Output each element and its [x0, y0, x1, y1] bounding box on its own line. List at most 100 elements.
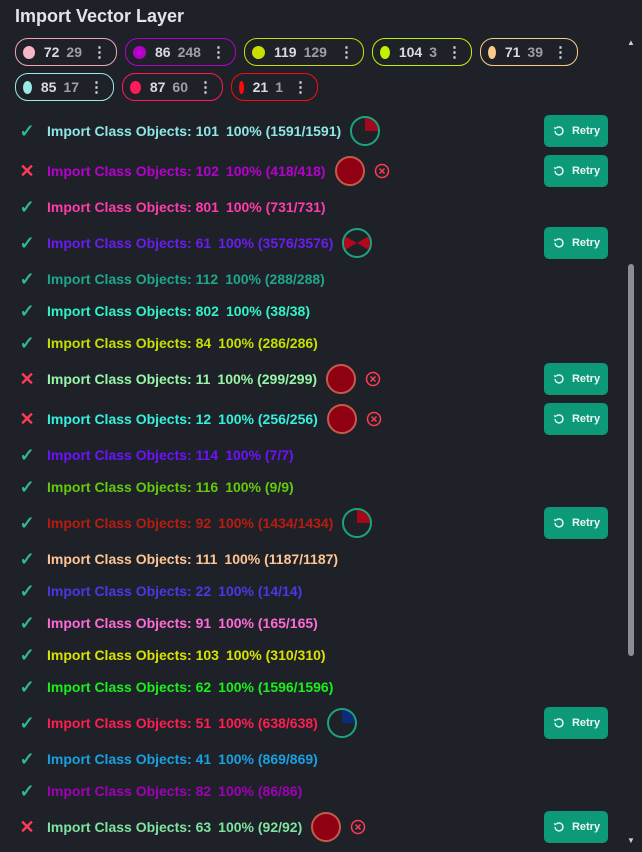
chip-count-primary: 72	[43, 44, 60, 60]
import-progress: 100% (1596/1596)	[218, 679, 334, 695]
retry-button[interactable]: Retry	[544, 403, 608, 435]
layer-chip[interactable]: 104 3 ⋮	[372, 38, 472, 66]
import-progress: 100% (299/299)	[217, 371, 318, 387]
retry-icon	[552, 516, 566, 530]
check-icon: ✓	[19, 780, 35, 801]
import-progress: 100% (731/731)	[225, 199, 326, 215]
color-dot-icon	[239, 80, 244, 94]
import-progress: 100% (1187/1187)	[224, 551, 339, 567]
import-row: ✓ Import Class Objects: 111 100% (1187/118…	[0, 543, 622, 575]
scroll-down-arrow-icon[interactable]: ▼	[626, 836, 636, 846]
check-icon: ✓	[19, 712, 35, 733]
scrollbar[interactable]: ▲ ▼	[625, 38, 637, 846]
import-name: Import Class Objects: 101	[47, 123, 219, 139]
more-options-icon[interactable]: ⋮	[198, 78, 213, 96]
more-options-icon[interactable]: ⋮	[339, 43, 354, 61]
cancel-icon[interactable]	[374, 163, 390, 179]
retry-button[interactable]: Retry	[544, 155, 608, 187]
retry-icon	[552, 164, 566, 178]
retry-button[interactable]: Retry	[544, 507, 608, 539]
check-icon: ✓	[19, 300, 35, 321]
import-name: Import Class Objects: 92	[47, 515, 212, 531]
import-name: Import Class Objects: 12	[47, 411, 212, 427]
import-name: Import Class Objects: 84	[47, 335, 212, 351]
layer-chip[interactable]: 71 39 ⋮	[480, 38, 578, 66]
retry-button[interactable]: Retry	[544, 811, 608, 843]
import-progress: 100% (14/14)	[218, 583, 303, 599]
retry-button[interactable]: Retry	[544, 707, 608, 739]
more-options-icon[interactable]: ⋮	[92, 43, 107, 61]
retry-icon	[552, 124, 566, 138]
layer-chip[interactable]: 87 60 ⋮	[122, 73, 223, 101]
check-icon: ✓	[19, 612, 35, 633]
retry-label: Retry	[571, 413, 601, 425]
check-icon: ✓	[19, 232, 35, 253]
chip-count-secondary: 1	[275, 79, 283, 95]
check-icon: ✓	[19, 196, 35, 217]
import-name: Import Class Objects: 22	[47, 583, 212, 599]
cancel-icon[interactable]	[350, 819, 366, 835]
more-options-icon[interactable]: ⋮	[89, 78, 104, 96]
retry-label: Retry	[571, 125, 601, 137]
import-row: ✓ Import Class Objects: 801 100% (731/731)	[0, 191, 622, 223]
retry-icon	[552, 412, 566, 426]
chip-count-primary: 85	[40, 79, 57, 95]
layer-chip[interactable]: 21 1 ⋮	[231, 73, 318, 101]
chip-count-primary: 21	[252, 79, 269, 95]
retry-icon	[552, 236, 566, 250]
retry-icon	[552, 372, 566, 386]
layer-chip[interactable]: 85 17 ⋮	[15, 73, 114, 101]
failure-x-icon: ✕	[19, 816, 35, 837]
cancel-icon[interactable]	[366, 411, 382, 427]
import-progress: 100% (86/86)	[218, 783, 303, 799]
check-icon: ✓	[19, 748, 35, 769]
import-progress: 100% (418/418)	[225, 163, 326, 179]
import-name: Import Class Objects: 802	[47, 303, 219, 319]
import-progress: 100% (869/869)	[218, 751, 318, 767]
import-name: Import Class Objects: 111	[47, 551, 218, 567]
layer-chip[interactable]: 86 248 ⋮	[125, 38, 236, 66]
cancel-icon[interactable]	[365, 371, 381, 387]
scroll-thumb[interactable]	[628, 264, 634, 656]
more-options-icon[interactable]: ⋮	[553, 43, 568, 61]
chip-count-secondary: 3	[429, 44, 437, 60]
check-icon: ✓	[19, 476, 35, 497]
more-options-icon[interactable]: ⋮	[211, 43, 226, 61]
import-row: ✕ Import Class Objects: 11 100% (299/299) R…	[0, 359, 622, 399]
progress-pie-icon	[341, 507, 373, 539]
retry-label: Retry	[571, 237, 601, 249]
more-options-icon[interactable]: ⋮	[293, 78, 308, 96]
layer-chip[interactable]: 119 129 ⋮	[244, 38, 364, 66]
retry-button[interactable]: Retry	[544, 227, 608, 259]
import-progress: 100% (92/92)	[218, 819, 303, 835]
import-row: ✓ Import Class Objects: 22 100% (14/14)	[0, 575, 622, 607]
check-icon: ✓	[19, 268, 35, 289]
retry-label: Retry	[571, 165, 601, 177]
chip-row: 85 17 ⋮ 87 60 ⋮ 21 1 ⋮	[15, 73, 615, 101]
retry-button[interactable]: Retry	[544, 363, 608, 395]
import-progress: 100% (638/638)	[218, 715, 318, 731]
import-row: ✓ Import Class Objects: 91 100% (165/165)	[0, 607, 622, 639]
progress-pie-icon	[341, 227, 373, 259]
more-options-icon[interactable]: ⋮	[447, 43, 462, 61]
import-name: Import Class Objects: 102	[47, 163, 219, 179]
layer-chips: 72 29 ⋮ 86 248 ⋮ 119 129 ⋮ 104 3 ⋮ 71 39 ⋮ 85 17 ⋮ 87 60 ⋮ 2…	[15, 38, 615, 108]
import-name: Import Class Objects: 116	[47, 479, 219, 495]
chip-count-secondary: 29	[66, 44, 82, 60]
import-list: ✓ Import Class Objects: 101 100% (1591/159…	[0, 111, 622, 847]
import-name: Import Class Objects: 91	[47, 615, 212, 631]
import-name: Import Class Objects: 41	[47, 751, 212, 767]
import-row: ✓ Import Class Objects: 41 100% (869/869)	[0, 743, 622, 775]
import-progress: 100% (1434/1434)	[218, 515, 334, 531]
color-dot-icon	[23, 45, 35, 59]
import-name: Import Class Objects: 51	[47, 715, 212, 731]
progress-pie-icon	[349, 115, 381, 147]
import-name: Import Class Objects: 82	[47, 783, 212, 799]
layer-chip[interactable]: 72 29 ⋮	[15, 38, 117, 66]
retry-button[interactable]: Retry	[544, 115, 608, 147]
import-name: Import Class Objects: 112	[47, 271, 219, 287]
chip-count-secondary: 129	[303, 44, 327, 60]
scroll-up-arrow-icon[interactable]: ▲	[626, 38, 636, 48]
retry-icon	[552, 716, 566, 730]
retry-label: Retry	[571, 717, 601, 729]
